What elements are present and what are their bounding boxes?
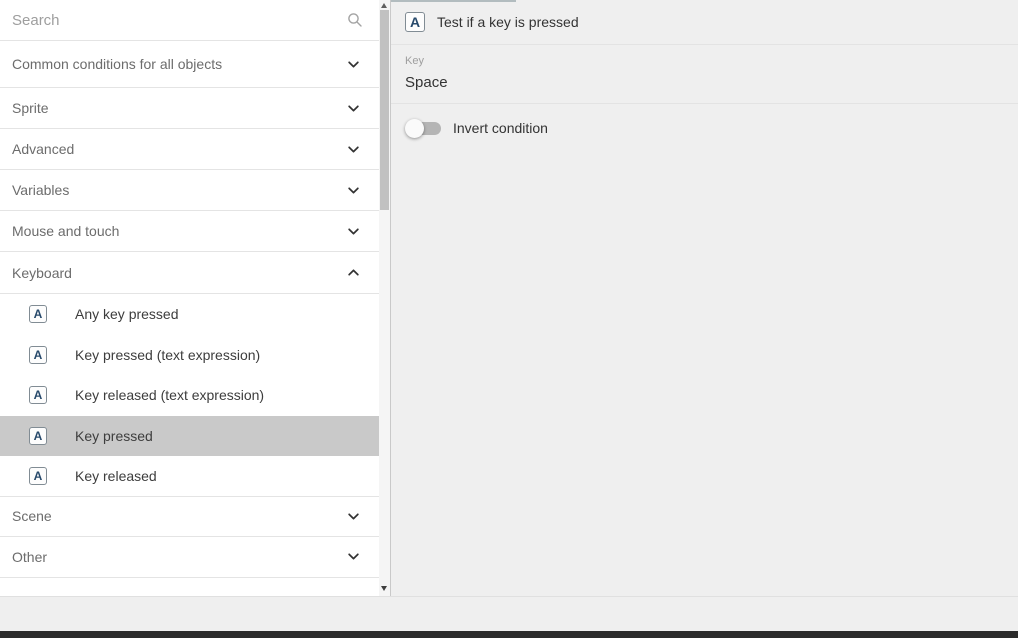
keyboard-key-icon: A bbox=[29, 305, 47, 323]
condition-item-key-released[interactable]: A Key released bbox=[0, 456, 379, 497]
condition-sidebar: Common conditions for all objects Sprite… bbox=[0, 0, 379, 596]
condition-header: A Test if a key is pressed bbox=[391, 0, 1018, 45]
chevron-down-icon bbox=[347, 102, 360, 115]
chevron-down-icon bbox=[347, 225, 360, 238]
key-field-value[interactable]: Space bbox=[405, 74, 1004, 91]
sidebar-item-advanced[interactable]: Advanced bbox=[0, 129, 379, 170]
condition-item-label: Key released bbox=[75, 468, 157, 484]
window-bottom-bar bbox=[0, 631, 1018, 638]
search-icon bbox=[347, 12, 363, 28]
sidebar-item-scene[interactable]: Scene bbox=[0, 496, 379, 537]
category-label: Variables bbox=[12, 182, 69, 198]
invert-condition-label: Invert condition bbox=[453, 120, 548, 136]
category-label: Common conditions for all objects bbox=[12, 56, 222, 72]
category-label: Sprite bbox=[12, 100, 49, 116]
condition-item-label: Key pressed bbox=[75, 428, 153, 444]
search-input[interactable] bbox=[12, 12, 347, 29]
category-label: Scene bbox=[12, 508, 52, 524]
sidebar-scrollbar[interactable] bbox=[379, 0, 390, 596]
condition-item-key-released-text-expression[interactable]: A Key released (text expression) bbox=[0, 375, 379, 416]
condition-item-key-pressed-text-expression[interactable]: A Key pressed (text expression) bbox=[0, 335, 379, 376]
condition-item-any-key-pressed[interactable]: A Any key pressed bbox=[0, 294, 379, 335]
scrollbar-thumb[interactable] bbox=[380, 10, 389, 210]
condition-editor-dialog: Common conditions for all objects Sprite… bbox=[0, 0, 1018, 638]
keyboard-key-icon: A bbox=[29, 427, 47, 445]
keyboard-key-icon: A bbox=[29, 467, 47, 485]
condition-item-label: Key pressed (text expression) bbox=[75, 347, 260, 363]
category-label: Mouse and touch bbox=[12, 223, 119, 239]
keyboard-key-icon: A bbox=[29, 346, 47, 364]
sidebar-item-variables[interactable]: Variables bbox=[0, 170, 379, 211]
category-label: Other bbox=[12, 549, 47, 565]
chevron-down-icon bbox=[347, 184, 360, 197]
condition-detail-panel: A Test if a key is pressed Key Space Inv… bbox=[391, 0, 1018, 596]
chevron-down-icon bbox=[347, 58, 360, 71]
key-field-label: Key bbox=[405, 55, 1004, 67]
sidebar-item-other[interactable]: Other bbox=[0, 537, 379, 578]
condition-item-label: Key released (text expression) bbox=[75, 387, 264, 403]
chevron-down-icon bbox=[347, 550, 360, 563]
category-label: Keyboard bbox=[12, 265, 72, 281]
condition-title: Test if a key is pressed bbox=[437, 14, 579, 30]
invert-condition-toggle[interactable] bbox=[405, 118, 442, 138]
sidebar-partial-row bbox=[0, 578, 379, 597]
scrollbar-down-arrow-icon[interactable] bbox=[381, 586, 387, 591]
keyboard-key-icon: A bbox=[405, 12, 425, 32]
toggle-knob bbox=[405, 119, 424, 138]
chevron-down-icon bbox=[347, 143, 360, 156]
keyboard-key-icon: A bbox=[29, 386, 47, 404]
sidebar-item-sprite[interactable]: Sprite bbox=[0, 88, 379, 129]
top-edge-strip bbox=[391, 0, 516, 2]
dialog-footer bbox=[0, 596, 1018, 631]
sidebar-item-mouse-and-touch[interactable]: Mouse and touch bbox=[0, 211, 379, 252]
category-label: Advanced bbox=[12, 141, 74, 157]
condition-item-key-pressed[interactable]: A Key pressed bbox=[0, 416, 379, 457]
condition-item-label: Any key pressed bbox=[75, 306, 179, 322]
key-field-section: Key Space bbox=[391, 45, 1018, 104]
chevron-up-icon bbox=[347, 266, 360, 279]
sidebar-item-keyboard[interactable]: Keyboard bbox=[0, 252, 379, 294]
scrollbar-up-arrow-icon[interactable] bbox=[381, 3, 387, 8]
search-bar bbox=[0, 0, 379, 41]
invert-condition-row: Invert condition bbox=[391, 104, 1018, 152]
chevron-down-icon bbox=[347, 510, 360, 523]
sidebar-item-common-conditions[interactable]: Common conditions for all objects bbox=[0, 41, 379, 88]
